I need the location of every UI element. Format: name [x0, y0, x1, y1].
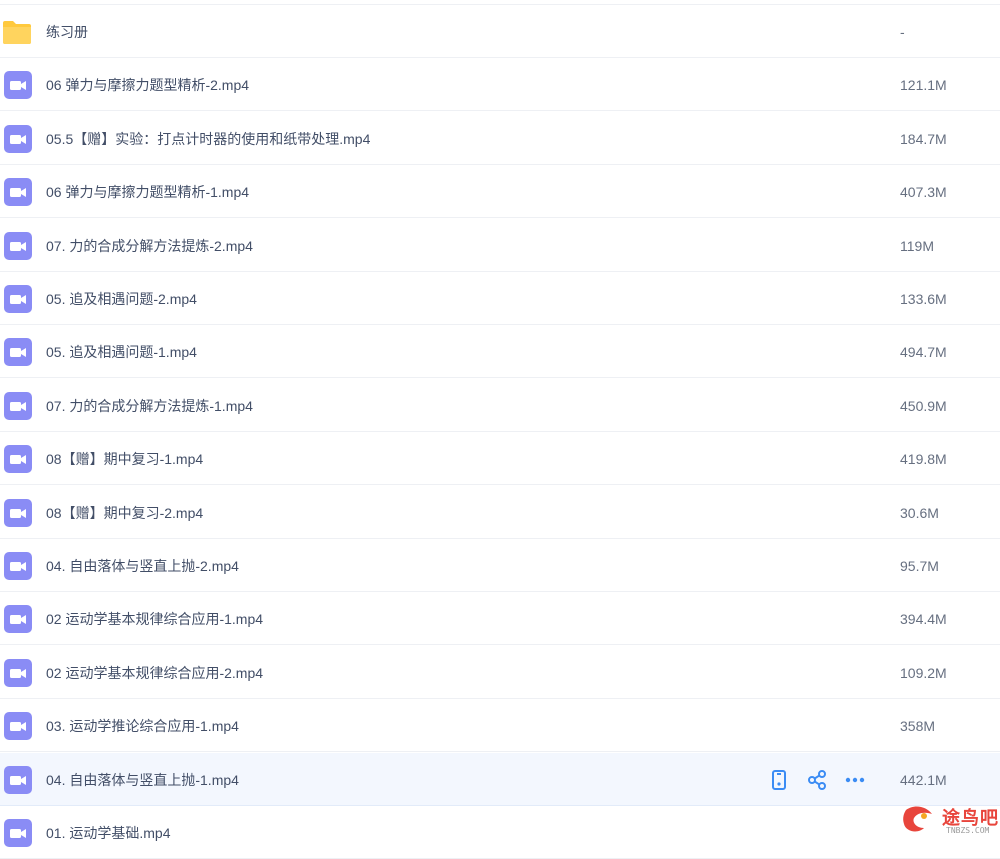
video-file-icon — [4, 445, 32, 474]
file-name[interactable]: 07. 力的合成分解方法提炼-1.mp4 — [46, 397, 253, 415]
file-name[interactable]: 06 弹力与摩擦力题型精析-2.mp4 — [46, 76, 249, 94]
watermark-logo: 途鸟吧 TNBZS.COM — [900, 802, 1000, 840]
file-name[interactable]: 05. 追及相遇问题-2.mp4 — [46, 290, 197, 308]
file-row[interactable]: 03. 运动学推论综合应用-1.mp4 358M — [0, 699, 1000, 753]
file-name[interactable]: 05.5【赠】实验：打点计时器的使用和纸带处理.mp4 — [46, 130, 370, 148]
folder-row[interactable]: 练习册 - — [0, 5, 1000, 58]
file-size: 119M — [900, 237, 934, 254]
file-row[interactable]: 01. 运动学基础.mp4 — [0, 806, 1000, 859]
file-size: 109.2M — [900, 664, 947, 681]
file-row[interactable]: 02 运动学基本规律综合应用-1.mp4 394.4M — [0, 592, 1000, 646]
video-file-icon — [4, 124, 32, 153]
file-name[interactable]: 05. 追及相遇问题-1.mp4 — [46, 343, 197, 361]
more-icon[interactable] — [844, 769, 866, 791]
file-row[interactable]: 08【赠】期中复习-1.mp4 419.8M — [0, 432, 1000, 486]
video-file-icon — [4, 605, 32, 634]
video-file-icon — [4, 338, 32, 367]
share-icon[interactable] — [806, 769, 828, 791]
video-file-icon — [4, 285, 32, 313]
video-file-icon — [4, 765, 32, 794]
file-row[interactable]: 07. 力的合成分解方法提炼-2.mp4 119M — [0, 219, 1000, 272]
video-file-icon — [4, 71, 32, 100]
file-row[interactable]: 05.5【赠】实验：打点计时器的使用和纸带处理.mp4 184.7M — [0, 112, 1000, 165]
file-name[interactable]: 06 弹力与摩擦力题型精析-1.mp4 — [46, 183, 249, 201]
video-file-icon — [4, 552, 32, 580]
file-name[interactable]: 04. 自由落体与竖直上抛-2.mp4 — [46, 557, 239, 575]
video-file-icon — [4, 712, 32, 741]
video-file-icon — [4, 178, 32, 207]
file-size: 407.3M — [900, 184, 947, 201]
file-size: 419.8M — [900, 451, 947, 468]
file-name[interactable]: 08【赠】期中复习-2.mp4 — [46, 504, 203, 522]
file-row[interactable]: 05. 追及相遇问题-2.mp4 133.6M — [0, 272, 1000, 325]
file-row[interactable]: 04. 自由落体与竖直上抛-2.mp4 95.7M — [0, 539, 1000, 592]
file-name[interactable]: 08【赠】期中复习-1.mp4 — [46, 450, 203, 468]
file-size: 133.6M — [900, 291, 947, 307]
file-row[interactable]: 04. 自由落体与竖直上抛-1.mp4 442.1M — [0, 752, 1000, 806]
file-name[interactable]: 03. 运动学推论综合应用-1.mp4 — [46, 717, 239, 735]
watermark-subtitle: TNBZS.COM — [946, 826, 990, 835]
bird-logo-icon — [903, 806, 932, 832]
video-file-icon — [4, 658, 32, 687]
file-name[interactable]: 02 运动学基本规律综合应用-2.mp4 — [46, 664, 263, 682]
file-size: - — [900, 24, 905, 40]
file-size: 442.1M — [900, 771, 947, 788]
folder-icon — [2, 18, 31, 46]
file-name[interactable]: 02 运动学基本规律综合应用-1.mp4 — [46, 610, 263, 628]
file-row[interactable]: 06 弹力与摩擦力题型精析-1.mp4 407.3M — [0, 165, 1000, 219]
file-size: 358M — [900, 718, 936, 735]
file-size: 184.7M — [900, 130, 947, 147]
file-size: 494.7M — [900, 344, 947, 361]
phone-icon[interactable] — [768, 769, 790, 791]
file-name[interactable]: 01. 运动学基础.mp4 — [46, 824, 170, 842]
file-name[interactable]: 04. 自由落体与竖直上抛-1.mp4 — [46, 771, 239, 789]
file-size: 121.1M — [900, 77, 947, 94]
file-row[interactable]: 06 弹力与摩擦力题型精析-2.mp4 121.1M — [0, 58, 1000, 112]
file-size: 95.7M — [900, 558, 939, 574]
file-row[interactable]: 02 运动学基本规律综合应用-2.mp4 109.2M — [0, 646, 1000, 699]
video-file-icon — [4, 498, 32, 527]
video-file-icon — [4, 231, 32, 260]
file-row[interactable]: 08【赠】期中复习-2.mp4 30.6M — [0, 486, 1000, 539]
file-name[interactable]: 07. 力的合成分解方法提炼-2.mp4 — [46, 237, 253, 255]
file-size: 450.9M — [900, 397, 947, 414]
file-size: 30.6M — [900, 504, 939, 521]
file-row[interactable]: 05. 追及相遇问题-1.mp4 494.7M — [0, 325, 1000, 379]
file-row[interactable]: 07. 力的合成分解方法提炼-1.mp4 450.9M — [0, 379, 1000, 432]
video-file-icon — [4, 391, 32, 420]
file-name[interactable]: 练习册 — [46, 23, 88, 41]
file-size: 394.4M — [900, 611, 947, 628]
video-file-icon — [4, 819, 32, 847]
